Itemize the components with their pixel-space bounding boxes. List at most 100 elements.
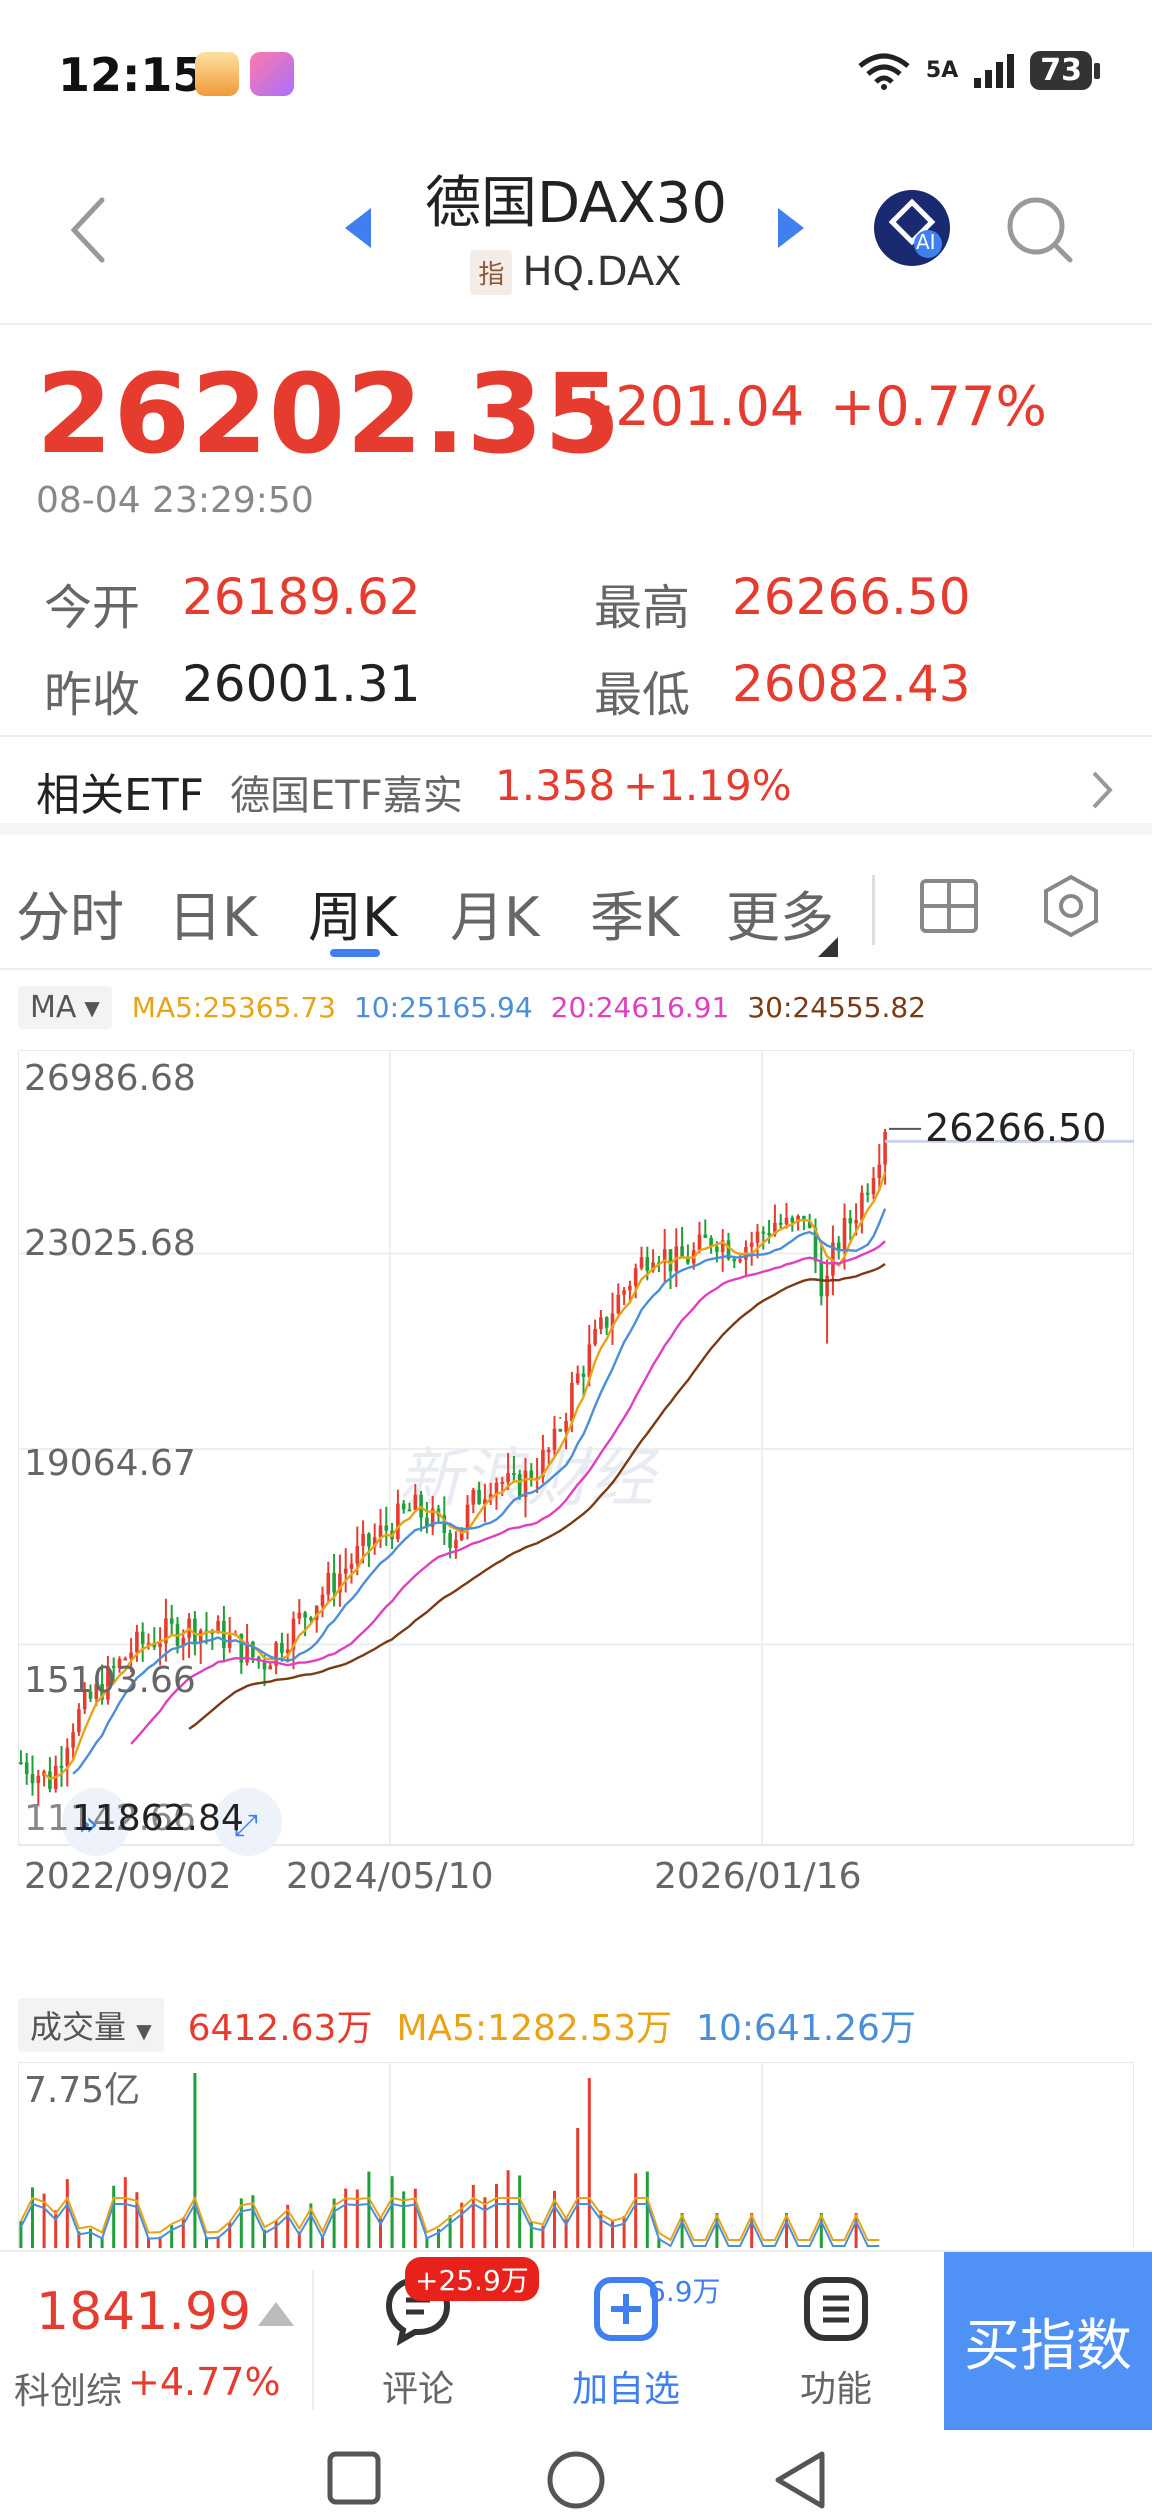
buy-index-button[interactable]: 买指数 [944, 2252, 1152, 2430]
search-icon[interactable] [1000, 190, 1080, 270]
nav-bar: 德国DAX30 指 HQ.DAX AI [0, 150, 1152, 325]
tab-monthly-k[interactable]: 月K [450, 873, 539, 952]
functions-button[interactable]: 功能 [766, 2272, 906, 2422]
dropdown-icon: ▼ [136, 2019, 152, 2043]
ma-selector-label: MA [30, 990, 77, 1025]
ma10-value: 10:25165.94 [353, 991, 533, 1024]
candle-body [169, 1618, 174, 1624]
candle-body [825, 1275, 829, 1297]
volume-bar [599, 2210, 603, 2248]
candle-body [396, 1503, 400, 1540]
candle-body [19, 1762, 23, 1765]
signal-icon [974, 54, 1015, 88]
ticker-expand-icon[interactable] [258, 2302, 294, 2326]
candle-body [749, 1242, 754, 1248]
volume-bar [112, 2185, 116, 2248]
candle-body [24, 1762, 29, 1775]
price-change: +201.04 [570, 375, 805, 438]
active-tab-indicator [330, 949, 380, 957]
candle-body [378, 1525, 383, 1538]
volume-bar [193, 2073, 197, 2248]
tab-daily-k[interactable]: 日K [168, 873, 257, 952]
candle-body [320, 1594, 325, 1606]
volume-bar [31, 2187, 34, 2248]
volume-bar [54, 2210, 58, 2248]
candle-body [303, 1612, 307, 1618]
candle-body [633, 1268, 638, 1286]
candle-body [622, 1290, 626, 1295]
candle-body [48, 1771, 52, 1789]
dropdown-icon: ▼ [84, 995, 100, 1020]
symbol-code: 指 HQ.DAX [470, 249, 682, 295]
battery-indicator: 73 [1030, 50, 1100, 90]
candle-body [332, 1572, 336, 1593]
volume-bar [495, 2184, 498, 2248]
ticker-name: 科创综 [14, 2371, 123, 2412]
candle-body [877, 1164, 882, 1179]
candle-body [767, 1233, 771, 1236]
candle-body [454, 1539, 458, 1548]
min-price-label: 11862.84 [72, 1798, 244, 1839]
ticker-price[interactable]: 1841.99 [36, 2282, 251, 2342]
candle-body [465, 1504, 470, 1528]
app-notification-icon [195, 52, 239, 96]
volume-chart[interactable]: 7.75亿 [18, 2062, 1134, 2248]
menu-icon [804, 2277, 868, 2341]
volume-bar [367, 2171, 371, 2248]
candle-body [790, 1217, 795, 1223]
high-label: 最高 [594, 580, 691, 636]
tab-quarterly-k[interactable]: 季K [590, 873, 679, 952]
settings-icon[interactable] [1038, 873, 1104, 939]
y-axis-label: 15103.66 [24, 1660, 196, 1701]
ticker-pct: +4.77% [128, 2360, 281, 2404]
etf-change-pct: +1.19% [623, 761, 792, 810]
candle-body [755, 1231, 760, 1243]
volume-legend-row: 成交量 ▼ 6412.63万 MA5:1282.53万 10:641.26万 [18, 1998, 940, 2052]
ma20-value: 20:24616.91 [550, 991, 730, 1024]
candle-body [668, 1249, 673, 1272]
candle-body [401, 1503, 406, 1510]
candle-body [355, 1545, 360, 1564]
related-etf-row[interactable]: 相关ETF 德国ETF嘉实 1.358 +1.19% [0, 735, 1152, 835]
layout-grid-icon[interactable] [918, 875, 980, 937]
candle-body [280, 1642, 284, 1653]
network-label: 5A [925, 57, 959, 83]
back-nav-icon[interactable] [772, 2450, 828, 2510]
watchlist-count: 6.9万 [648, 2275, 721, 2308]
candle-body [778, 1222, 783, 1225]
tab-weekly-k[interactable]: 周K [308, 873, 397, 952]
candle-body [871, 1178, 876, 1195]
functions-label: 功能 [799, 2369, 872, 2410]
candle-body [883, 1131, 887, 1165]
volume-bar [448, 2215, 452, 2248]
x-axis-label: 2024/05/10 [286, 1856, 494, 1897]
candle-body [384, 1525, 389, 1531]
recents-icon[interactable] [326, 2450, 382, 2506]
volume-ma10: 10:641.26万 [696, 2008, 916, 2049]
kline-chart[interactable]: 新浪财经26266.5026986.6823025.6819064.671510… [18, 1050, 1134, 1930]
status-icons: 5A 73 [856, 50, 1100, 90]
etf-name: 德国ETF嘉实 [230, 773, 463, 819]
candle-body [349, 1563, 354, 1569]
volume-selector[interactable]: 成交量 ▼ [18, 1998, 164, 2052]
volume-bar [390, 2176, 394, 2248]
volume-max-label: 7.75亿 [24, 2070, 140, 2111]
open-value: 26189.62 [182, 568, 421, 626]
candle-body [251, 1641, 255, 1658]
candle-body [448, 1532, 452, 1548]
volume-bar [65, 2179, 69, 2248]
next-index-arrow[interactable] [778, 208, 804, 248]
candle-body [471, 1489, 476, 1505]
comment-count-badge: +25.9万 [405, 2257, 539, 2301]
candle-body [59, 1765, 64, 1768]
candle-body [732, 1258, 737, 1262]
candle-body [819, 1261, 824, 1297]
ai-assistant-button[interactable]: AI [874, 190, 950, 266]
volume-bar [518, 2175, 522, 2248]
ma-selector[interactable]: MA ▼ [18, 986, 112, 1029]
home-icon[interactable] [546, 2450, 606, 2510]
prev-close-label: 昨收 [44, 667, 141, 723]
page-title: 德国DAX30 [424, 171, 728, 236]
candle-body [512, 1472, 516, 1475]
tab-intraday[interactable]: 分时 [16, 873, 124, 952]
